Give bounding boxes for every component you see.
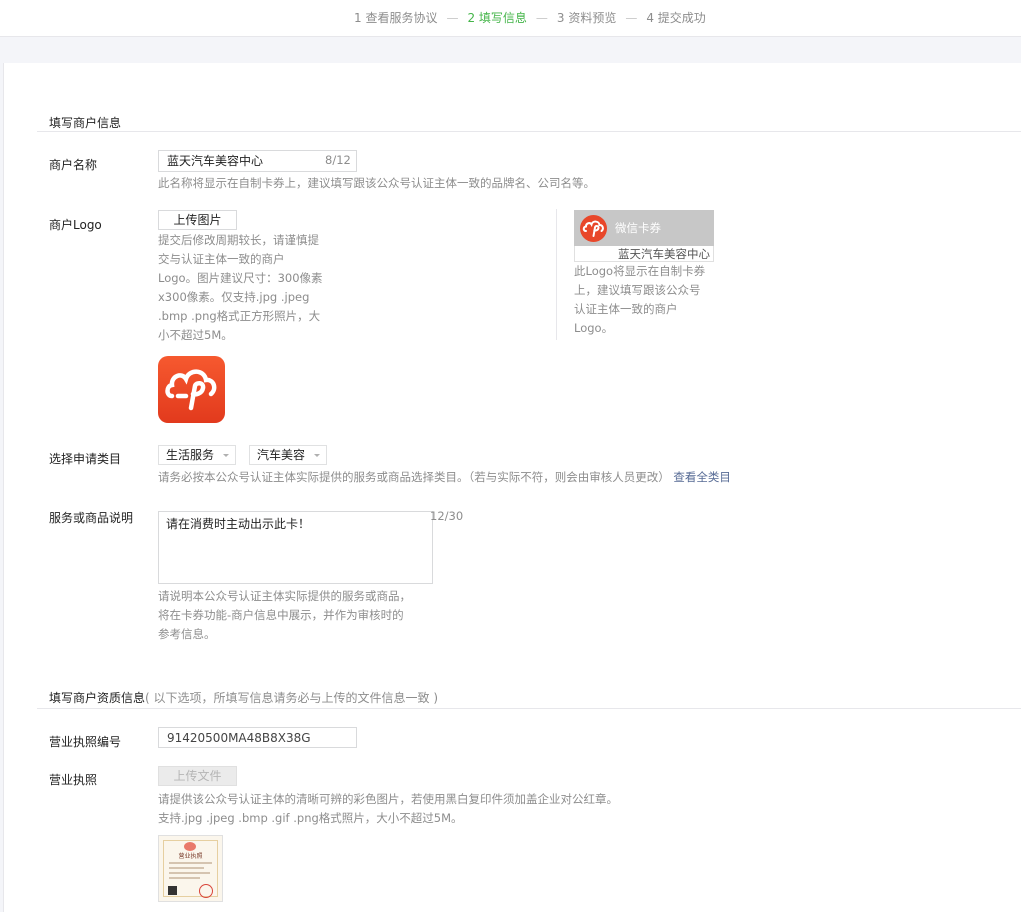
business-license-label: 营业执照 <box>49 773 98 787</box>
card-preview-title: 微信卡券 <box>615 221 661 235</box>
category-tip: 请务必按本公众号认证主体实际提供的服务或商品选择类目。（若与实际不符，则会由审核… <box>158 468 731 487</box>
category-secondary-select[interactable]: 汽车美容 <box>249 445 327 465</box>
step-separator: — <box>446 11 459 25</box>
category-primary-value: 生活服务 <box>166 448 215 462</box>
merchant-name-counter: 8/12 <box>325 153 351 167</box>
preview-tip-line: 上，建议填写跟该公众号 <box>574 283 701 297</box>
step-list: 1 查看服务协议 — 2 填写信息 — 3 资料预览 — 4 提交成功 <box>354 9 706 26</box>
upload-file-button[interactable]: 上传文件 <box>158 766 237 786</box>
license-thumb-line <box>169 877 200 879</box>
category-secondary-value: 汽车美容 <box>257 448 306 462</box>
preview-tip-line: Logo。 <box>574 321 614 335</box>
preview-tip-line: 此Logo将显示在自制卡券 <box>574 264 706 278</box>
preview-tip: 此Logo将显示在自制卡券 上，建议填写跟该公众号 认证主体一致的商户 Logo… <box>574 262 724 338</box>
step-2-active: 2 填写信息 <box>467 11 527 25</box>
license-number-input[interactable]: 91420500MA48B8X38G <box>158 727 357 748</box>
category-label: 选择申请类目 <box>49 452 122 466</box>
description-counter: 12/30 <box>430 509 464 523</box>
logo-tip: 提交后修改周期较长，请谨慎提 交与认证主体一致的商户 Logo。图片建议尺寸：3… <box>158 231 338 345</box>
license-number-label: 营业执照编号 <box>49 735 122 749</box>
step-bar: 1 查看服务协议 — 2 填写信息 — 3 资料预览 — 4 提交成功 <box>0 0 1021 37</box>
license-tip-line: 支持.jpg .jpeg .bmp .gif .png格式照片，大小不超过5M。 <box>158 811 463 825</box>
description-tip-line: 将在卡券功能-商户信息中展示，并作为审核时的 <box>158 608 404 622</box>
step-1: 1 查看服务协议 <box>354 11 438 25</box>
card-preview-merchant-name: 蓝天汽车美容中心 <box>574 246 714 262</box>
view-all-categories-link[interactable]: 查看全类目 <box>673 470 731 484</box>
license-thumb-title: 营业执照 <box>178 853 203 860</box>
cloud-p-logo-icon <box>158 356 225 423</box>
upload-image-button[interactable]: 上传图片 <box>158 210 237 230</box>
logo-tip-line: 提交后修改周期较长，请谨慎提 <box>158 233 319 247</box>
logo-tip-line: 小不超过5M。 <box>158 328 233 342</box>
logo-tip-line: .bmp .png格式正方形照片，大 <box>158 309 321 323</box>
logo-tip-line: 交与认证主体一致的商户 <box>158 252 285 266</box>
card-preview: 微信卡券 蓝天汽车美容中心 <box>574 210 714 262</box>
qualification-section-title: 填写商户资质信息( 以下选项，所填写信息请务必与上传的文件信息一致 ) <box>49 689 438 706</box>
red-seal-icon <box>199 884 213 898</box>
step-3: 3 资料预览 <box>556 11 617 25</box>
license-thumb-line <box>169 862 212 864</box>
merchant-name-tip: 此名称将显示在自制卡券上，建议填写跟该公众号认证主体一致的品牌名、公司名等。 <box>158 176 595 190</box>
preview-divider <box>556 209 557 340</box>
step-4: 4 提交成功 <box>646 11 706 25</box>
preview-tip-line: 认证主体一致的商户 <box>574 302 678 316</box>
description-textarea[interactable]: 请在消费时主动出示此卡！ <box>158 511 433 584</box>
license-thumb-line <box>169 872 210 874</box>
merchant-name-label: 商户名称 <box>49 158 98 172</box>
step-separator: — <box>535 11 548 25</box>
logo-tip-line: x300像素。仅支持.jpg .jpeg <box>158 290 310 304</box>
logo-tip-line: Logo。图片建议尺寸：300像素 <box>158 271 323 285</box>
card-preview-logo-icon <box>580 215 607 242</box>
description-tip-line: 请说明本公众号认证主体实际提供的服务或商品， <box>158 589 411 603</box>
national-emblem-icon <box>184 842 196 851</box>
card-preview-header: 微信卡券 <box>574 210 714 246</box>
business-license-thumbnail[interactable]: 营业执照 <box>158 835 223 902</box>
chevron-down-icon <box>223 454 229 457</box>
merchant-section-title: 填写商户信息 <box>49 116 122 130</box>
chevron-down-icon <box>314 454 320 457</box>
license-tip: 请提供该公众号认证主体的清晰可辨的彩色图片，若使用黑白复印件须加盖企业对公红章。… <box>158 790 618 828</box>
section-divider <box>37 131 1021 132</box>
category-tip-text: 请务必按本公众号认证主体实际提供的服务或商品选择类目。（若与实际不符，则会由审核… <box>158 470 670 484</box>
license-thumb-line <box>169 867 204 869</box>
step-separator: — <box>625 11 638 25</box>
qualification-subtitle: ( 以下选项，所填写信息请务必与上传的文件信息一致 ) <box>145 691 439 705</box>
description-label: 服务或商品说明 <box>49 511 134 525</box>
license-tip-line: 请提供该公众号认证主体的清晰可辨的彩色图片，若使用黑白复印件须加盖企业对公红章。 <box>158 792 618 806</box>
qualification-title-text: 填写商户资质信息 <box>49 691 146 705</box>
qr-code-icon <box>168 886 177 895</box>
section-divider <box>37 708 1021 709</box>
merchant-logo-label: 商户Logo <box>49 218 102 232</box>
description-tip: 请说明本公众号认证主体实际提供的服务或商品， 将在卡券功能-商户信息中展示，并作… <box>158 587 438 644</box>
category-primary-select[interactable]: 生活服务 <box>158 445 236 465</box>
form-panel: 填写商户信息 商户名称 蓝天汽车美容中心 8/12 此名称将显示在自制卡券上，建… <box>3 63 1021 912</box>
description-tip-line: 参考信息。 <box>158 627 216 641</box>
